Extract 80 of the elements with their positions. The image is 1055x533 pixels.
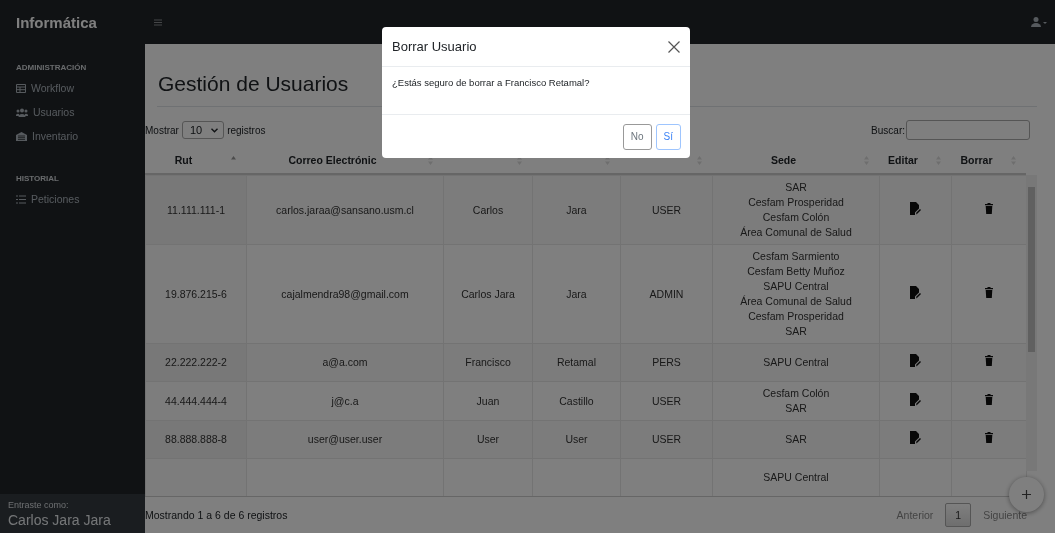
length-label: Mostrar [145,124,179,136]
page-length-select[interactable]: 10 [181,121,225,139]
table-cell: Carlos [472,203,504,216]
table-cell: PERS [652,356,681,368]
table-cell-text: SAPU Central [762,279,830,294]
table-cell: Retamal [556,356,597,368]
table-cell: User [476,433,500,445]
table-cell-text: SAR [784,432,808,447]
page-button[interactable]: 1 [945,503,972,527]
edit-icon[interactable] [910,392,921,406]
table-cell-text: SAPU Central [762,470,830,485]
confirm-button[interactable]: Sí [655,123,681,150]
search-label: Buscar: [871,124,905,136]
search-field[interactable] [906,120,1030,140]
table-cell: user@user.user [307,433,383,445]
dialog-message: ¿Estás seguro de borrar a Francisco Retamal? [392,77,590,88]
table-cell: Carlos Jara [461,287,515,300]
sidebar-item[interactable]: Peticiones [0,189,145,211]
table-cell: USER [651,433,682,445]
sidebar-item[interactable]: Inventario [0,124,145,148]
table-cell-text: SAR [784,180,808,195]
table-cell: Jara [566,287,587,300]
table-cell-text: Cesfam Colón [761,386,831,401]
table-cell: j@c.a [331,394,359,407]
table-cell-text: Cesfam Prosperidad [747,195,845,210]
scrollbar[interactable] [1026,175,1037,471]
caret-icon [211,127,219,133]
table-cell: carlos.jaraa@sansano.usm.cl [276,203,414,216]
edit-icon[interactable] [910,431,921,444]
table-cell-text: SAPU Central [762,355,830,370]
table-cell: cajalmendra98@gmail.com [281,287,409,300]
warehouse-icon [16,131,27,141]
table-icon [16,83,26,93]
table-cell-text: SAR [784,324,808,339]
dialog-title: Borrar Usuario [392,39,477,54]
page-title: Gestión de Usuarios [158,72,349,96]
table-cell: USER [651,203,682,216]
table-cell-text: SAR [784,401,808,416]
table-info: Mostrando 1 a 6 de 6 registros [145,509,288,521]
table-cell: 11.111.111-1 [167,203,225,216]
trash-icon[interactable] [985,393,993,405]
section-heading: ADMINISTRACIÓN [15,62,88,74]
close-icon[interactable] [668,40,680,53]
user-name: Carlos Jara Jara [8,512,112,528]
table-cell: Juan [476,394,500,407]
list-icon [16,194,26,204]
users-icon [16,107,28,117]
trash-icon[interactable] [985,355,993,366]
sidebar-item[interactable]: Workflow [0,78,145,100]
table-cell-text: Cesfam Prosperidad [747,309,845,324]
plus-icon [1022,490,1031,499]
edit-icon[interactable] [910,354,921,367]
table-cell-text: Área Comunal de Salud [739,225,853,240]
table-cell: Jara [566,203,587,216]
table-cell: a@a.com [322,356,368,368]
table-cell: Francisco [465,356,511,368]
table-cell-text: Área Comunal de Salud [739,294,853,309]
edit-icon[interactable] [910,201,921,215]
table-cell-text: Cesfam Sarmiento [751,249,841,264]
table-cell: USER [651,394,682,407]
table-cell: 88.888.888-8 [165,433,227,445]
table-cell: User [565,433,588,445]
table-cell-text: Cesfam Betty Muñoz [746,264,846,279]
table-cell: Castillo [559,394,594,407]
table-cell-text: Cesfam Colón [761,210,831,225]
brand-title[interactable]: Informática [0,0,145,44]
user-menu-icon[interactable] [1031,17,1047,27]
trash-icon[interactable] [985,202,993,214]
length-label: registros [227,124,266,136]
sidebar-item[interactable]: Usuarios [0,100,145,124]
table-cell: 19.876.215-6 [165,287,227,300]
section-heading: HISTORIAL [15,173,60,185]
table-cell: 44.444.444-4 [165,394,227,407]
user-caption: Entraste como: [8,500,70,510]
trash-icon[interactable] [985,432,993,443]
edit-icon[interactable] [910,285,921,299]
cancel-button[interactable]: No [622,123,652,150]
table-cell: 22.222.222-2 [165,356,227,368]
trash-icon[interactable] [985,286,993,298]
table-cell: ADMIN [649,287,684,300]
